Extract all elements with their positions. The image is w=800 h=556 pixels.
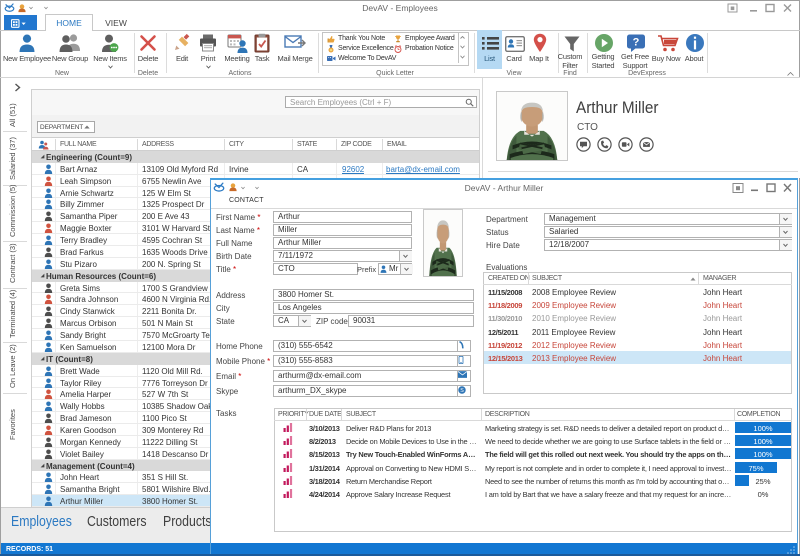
svg-text:?: ?: [633, 37, 640, 49]
svg-text:S: S: [460, 388, 464, 394]
